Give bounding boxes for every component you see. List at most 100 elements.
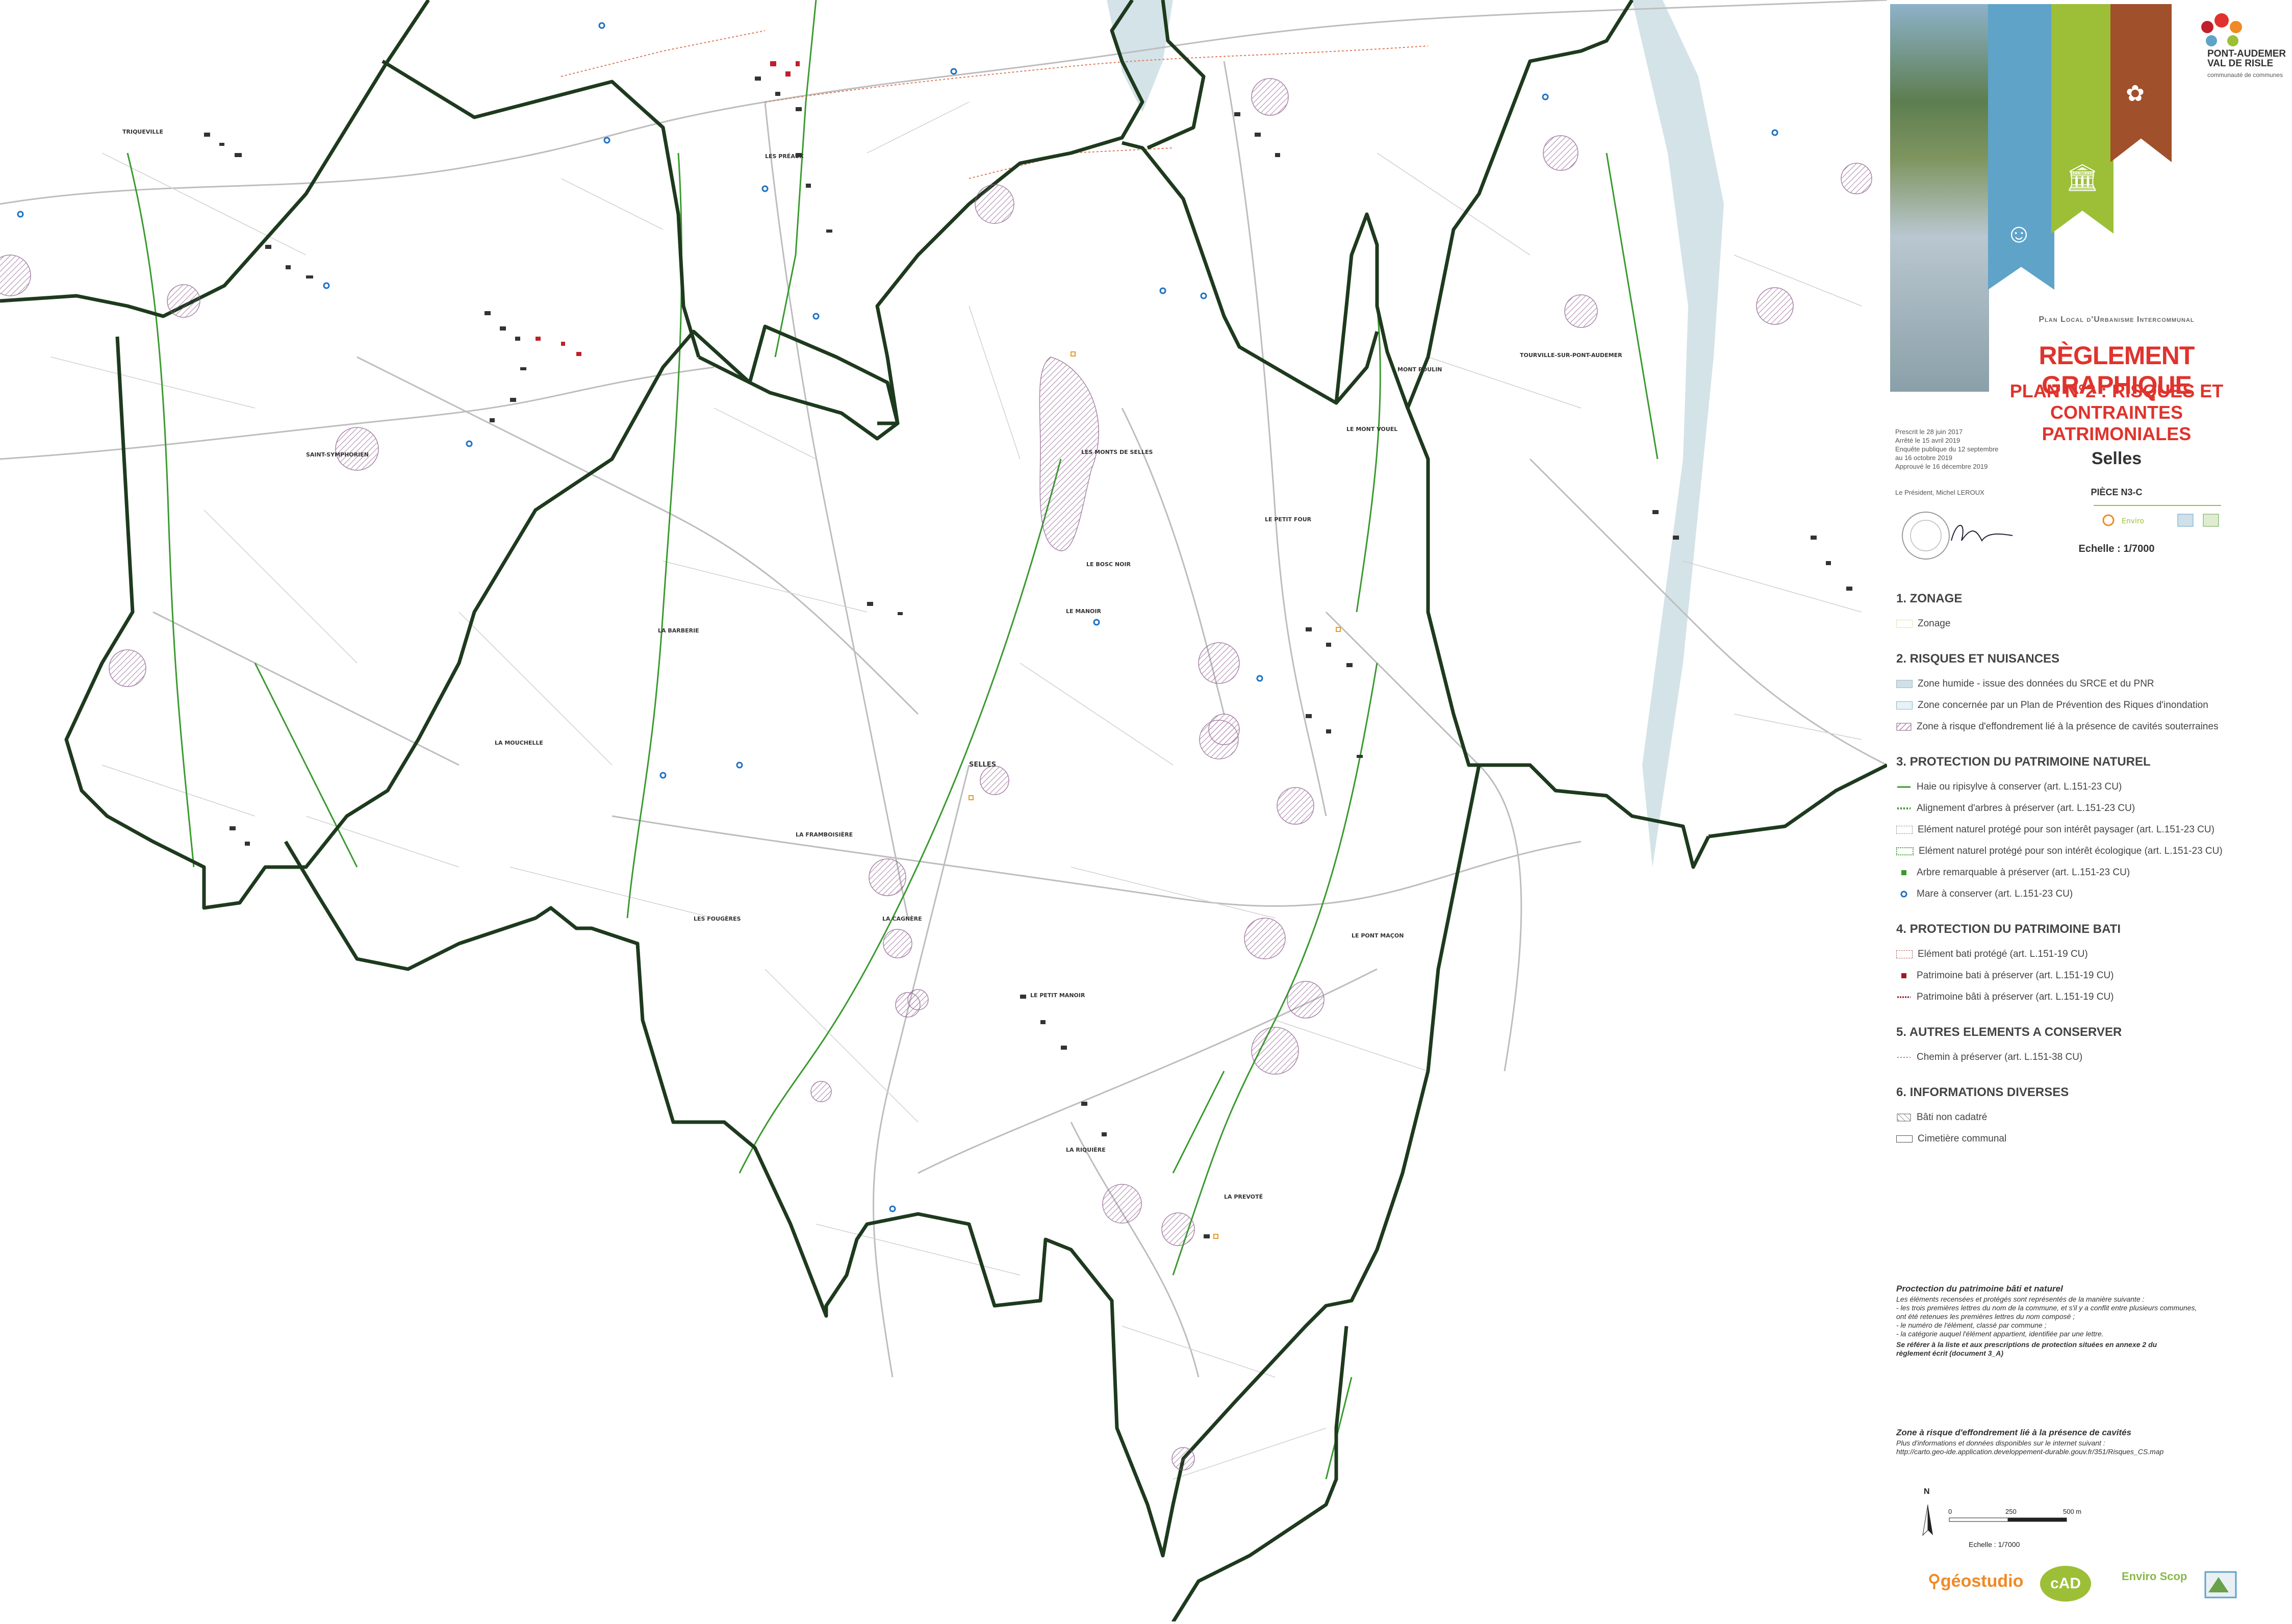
cad-logo: cAD xyxy=(2040,1566,2091,1602)
note-reference: Se référer à la liste et aux prescriptio… xyxy=(1896,1340,2157,1357)
legend-item: Mare à conserver (art. L.151-23 CU) xyxy=(1896,883,2289,905)
scale-and-partners: N 0 250 500 m Echelle : 1/7000 ⚲géostudi… xyxy=(1887,1484,2292,1617)
place-label: LE BOSC NOIR xyxy=(1086,561,1131,568)
legend-section-title: 6. INFORMATIONS DIVERSES xyxy=(1896,1085,2069,1099)
legend-item-label: Cimetière communal xyxy=(1918,1133,2007,1144)
scale-label: Echelle : 1/7000 xyxy=(1969,1540,2020,1549)
north-label: N xyxy=(1924,1487,1930,1496)
place-label: LA MOUCHELLE xyxy=(495,740,543,746)
legend-section-title: 1. ZONAGE xyxy=(1896,592,1963,605)
scale-tick: 500 m xyxy=(2063,1508,2082,1515)
heritage-building-icon xyxy=(1901,973,1906,978)
map-legend: 1. ZONAGE Zonage 2. RISQUES ET NUISANCES… xyxy=(1896,592,2289,1167)
scale-text: Echelle : 1/7000 xyxy=(2078,543,2155,554)
legend-item-label: Haie ou ripisylve à conserver (art. L.15… xyxy=(1917,781,2122,792)
place-label: LA CAGNÈRE xyxy=(882,916,922,922)
geostudio-logo: ⚲géostudio xyxy=(1928,1571,2023,1591)
chemins xyxy=(561,30,1429,179)
legend-item: Zone à risque d'effondrement lié à la pr… xyxy=(1896,716,2289,738)
piece-number: PIÈCE N3-C xyxy=(2091,487,2143,497)
legend-item: Bâti non cadatré xyxy=(1896,1107,2289,1128)
president-name: Le Président, Michel LEROUX xyxy=(1895,489,1984,496)
place-label: LA PREVOTÉ xyxy=(1224,1194,1263,1200)
legend-section-title: 2. RISQUES ET NUISANCES xyxy=(1896,652,2060,666)
geostudio-pin-icon: ⚲ xyxy=(1928,1571,1941,1591)
hedges xyxy=(126,0,1659,1480)
note-link[interactable]: http://carto.geo-ide.application.develop… xyxy=(1896,1448,2284,1456)
note-line: Plus d'informations et données disponibl… xyxy=(1896,1439,2105,1447)
piece-divider xyxy=(2094,505,2221,506)
cemetery-symbol xyxy=(1896,1135,1913,1143)
note-line: - les trois premières lettres du nom de … xyxy=(1896,1304,2197,1312)
uncadastred-building-symbol xyxy=(1897,1113,1911,1122)
brown-ribbon: ✿ xyxy=(2110,4,2172,162)
place-label: LES PRÉAUX xyxy=(765,153,804,160)
pnr-logo-icon xyxy=(2204,1571,2237,1598)
heritage-line-symbol xyxy=(1897,996,1911,998)
place-label: LE PETIT FOUR xyxy=(1265,516,1312,523)
plan-subtitle-line1: PLAN N°2 : RISQUES ET xyxy=(2009,380,2224,401)
cavity-zones xyxy=(0,78,1872,1470)
geostudio-text: géostudio xyxy=(1940,1571,2024,1591)
signature-and-stamp xyxy=(1902,512,2013,560)
legend-item: Elément naturel protégé pour son intérêt… xyxy=(1896,841,2289,862)
legend-item-label: Elément naturel protégé pour son intérêt… xyxy=(1918,824,2214,835)
legend-item: Zonage xyxy=(1896,613,2289,635)
date-line: Arrêté le 15 avril 2019 xyxy=(1895,437,1960,444)
date-line: Enquête publique du 12 septembre xyxy=(1895,445,1999,453)
place-label: LE PETIT MANOIR xyxy=(1030,992,1085,999)
legend-section-patrimoine-naturel: 3. PROTECTION DU PATRIMOINE NATUREL Haie… xyxy=(1896,755,2289,905)
legend-item: Elément naturel protégé pour son intérêt… xyxy=(1896,819,2289,841)
map-canvas[interactable]: TRIQUEVILLE LES PRÉAUX SAINT-SYMPHORIEN … xyxy=(0,0,1888,1623)
buildings xyxy=(204,77,1852,1238)
date-line: Prescrit le 28 juin 2017 xyxy=(1895,428,1963,436)
place-label: LE MONT VOUEL xyxy=(1346,426,1398,433)
legend-item-label: Elément bati protégé (art. L.151-19 CU) xyxy=(1918,949,2088,959)
commune-name: Selles xyxy=(2091,449,2142,468)
place-label: LA BARBERIE xyxy=(658,627,699,634)
community-logo: PONT-AUDEMER VAL DE RISLE communauté de … xyxy=(2176,9,2292,111)
place-label: LA FRAMBOISIÈRE xyxy=(796,831,853,838)
hedge-symbol xyxy=(1897,786,1911,788)
place-label: MONT POULIN xyxy=(1397,366,1442,373)
svg-text:Enviro: Enviro xyxy=(2122,517,2144,525)
legend-item: Patrimoine bâti à préserver (art. L.151-… xyxy=(1896,986,2289,1008)
legend-item-label: Zonage xyxy=(1918,618,1951,629)
legend-section-informations: 6. INFORMATIONS DIVERSES Bâti non cadatr… xyxy=(1896,1085,2289,1150)
legend-section-autres: 5. AUTRES ELEMENTS A CONSERVER Chemin à … xyxy=(1896,1025,2289,1068)
hand-plant-icon: ✿ xyxy=(2126,81,2145,106)
place-label: TOURVILLE-SUR-PONT-AUDEMER xyxy=(1520,352,1622,359)
legend-item: Patrimoine bati à préserver (art. L.151-… xyxy=(1896,965,2289,986)
legend-item-label: Patrimoine bati à préserver (art. L.151-… xyxy=(1917,970,2114,981)
landscape-element-symbol xyxy=(1896,826,1913,834)
place-label: LE PONT MAÇON xyxy=(1352,932,1404,939)
date-line: au 16 octobre 2019 xyxy=(1895,454,1953,462)
building-icon: 🏛 xyxy=(2066,163,2100,193)
green-ribbon: 🏛 xyxy=(2051,4,2113,234)
place-label: LES MONTS DE SELLES xyxy=(1081,449,1153,455)
legend-item: Chemin à préserver (art. L.151-38 CU) xyxy=(1896,1047,2289,1068)
legend-item-label: Zone humide - issue des données du SRCE … xyxy=(1918,678,2154,689)
legend-item: Haie ou ripisylve à conserver (art. L.15… xyxy=(1896,776,2289,798)
scale-bar xyxy=(1949,1517,2067,1522)
cavity-note: Zone à risque d'effondrement lié à la pr… xyxy=(1896,1428,2284,1456)
head-gear-icon: ☺ xyxy=(2005,219,2033,248)
legend-item: Elément bati protégé (art. L.151-19 CU) xyxy=(1896,944,2289,965)
plan-subtitle: PLAN N°2 : RISQUES ET CONTRAINTES PATRIM… xyxy=(2004,380,2229,445)
place-label: SELLES xyxy=(969,761,997,769)
legend-item-label: Elément naturel protégé pour son intérêt… xyxy=(1919,846,2223,856)
scale-tick: 250 xyxy=(2005,1508,2017,1515)
place-label: SAINT-SYMPHORIEN xyxy=(306,451,369,458)
cavity-symbol xyxy=(1896,723,1912,731)
place-label: TRIQUEVILLE xyxy=(122,129,164,135)
path-symbol xyxy=(1897,1057,1911,1058)
pond-icon xyxy=(1900,891,1907,898)
legend-item-label: Mare à conserver (art. L.151-23 CU) xyxy=(1917,889,2073,899)
north-arrow-icon xyxy=(1922,1504,1933,1536)
legend-item-label: Patrimoine bâti à préserver (art. L.151-… xyxy=(1917,992,2114,1002)
legend-item-label: Zone concernée par un Plan de Prévention… xyxy=(1918,700,2208,711)
protected-buildings xyxy=(536,61,800,356)
note-title: Proctection du patrimoine bâti et nature… xyxy=(1896,1284,2063,1293)
place-label: LE MANOIR xyxy=(1066,608,1101,615)
mares xyxy=(17,22,1778,1212)
